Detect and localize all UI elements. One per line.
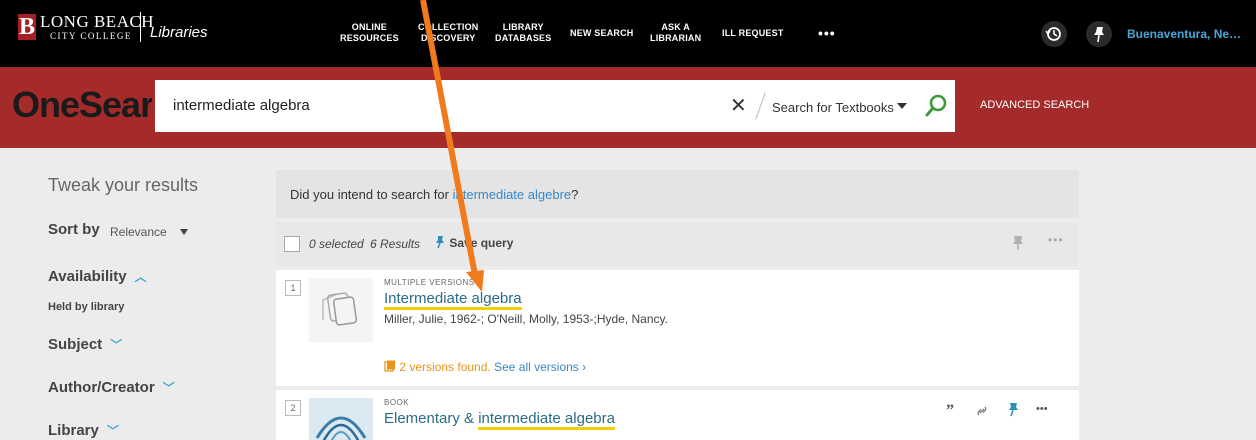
- result-number: 1: [285, 280, 301, 296]
- search-divider: [755, 92, 766, 120]
- chevron-up-icon: ︿: [134, 270, 147, 284]
- nav-ask-a-librarian[interactable]: ASK A LIBRARIAN: [650, 22, 701, 44]
- result-actions: ” •••: [946, 402, 1096, 423]
- facet-author-creator[interactable]: Author/Creator ﹀: [48, 379, 175, 396]
- results-count: 6 Results: [370, 237, 421, 251]
- result-card: 2 BOOK Elementary & intermediate algebra…: [276, 390, 1079, 440]
- more-actions-icon[interactable]: •••: [1036, 403, 1048, 415]
- search-button[interactable]: [923, 93, 949, 124]
- result-number: 2: [285, 400, 301, 416]
- result-authors: Miller, Julie, 1962-; O'Neill, Molly, 19…: [384, 312, 668, 326]
- my-favorites-button[interactable]: [1086, 21, 1112, 47]
- versions-count: 2 versions found.: [399, 360, 491, 374]
- save-query-button[interactable]: Save query: [432, 235, 513, 250]
- search-input[interactable]: intermediate algebra: [173, 97, 310, 114]
- citation-icon[interactable]: ”: [946, 402, 954, 419]
- nav-label-line2: DATABASES: [495, 33, 552, 43]
- nav-label-line1: ONLINE: [351, 22, 387, 32]
- did-you-mean-suggestion[interactable]: intermediate algebre: [453, 187, 572, 202]
- facet-availability[interactable]: Availability ︿: [48, 268, 147, 285]
- nav-label-line1: ASK A: [661, 22, 690, 32]
- nav-new-search[interactable]: NEW SEARCH: [570, 28, 634, 39]
- libraries-label[interactable]: Libraries: [150, 24, 208, 41]
- nav-label-line1: LIBRARY: [502, 22, 544, 32]
- more-actions-icon[interactable]: •••: [1048, 233, 1064, 247]
- facet-library[interactable]: Library ﹀: [48, 422, 119, 439]
- facets-heading: Tweak your results: [48, 175, 199, 195]
- nav-label-line2: RESOURCES: [340, 33, 399, 43]
- onesearch-logo[interactable]: OneSearch: [12, 84, 152, 126]
- save-query-label: Save query: [449, 236, 514, 250]
- nav-label-line2: DISCOVERY: [421, 33, 476, 43]
- search-history-button[interactable]: [1041, 21, 1067, 47]
- did-you-mean-banner: Did you intend to search for intermediat…: [276, 170, 1079, 218]
- facet-option-held-by-library[interactable]: Held by library: [48, 301, 124, 313]
- versions-icon: [384, 360, 395, 372]
- did-you-mean-text: Did you intend to search for intermediat…: [290, 187, 578, 202]
- advanced-search-link[interactable]: ADVANCED SEARCH: [980, 99, 1089, 111]
- search-box: intermediate algebra ✕ Search for Textbo…: [155, 80, 955, 132]
- chevron-down-icon[interactable]: [180, 229, 188, 235]
- result-title-text: Intermediate algebra: [384, 290, 522, 310]
- chevron-down-icon[interactable]: [897, 103, 907, 109]
- facet-subject[interactable]: Subject ﹀: [48, 336, 122, 353]
- nav-more-menu[interactable]: •••: [818, 25, 836, 41]
- nav-label-line1: COLLECTION: [418, 22, 479, 32]
- versions-link[interactable]: 2 versions found. See all versions ›: [384, 360, 586, 374]
- result-title-highlight: intermediate algebra: [478, 410, 615, 430]
- chevron-right-icon: ›: [582, 360, 587, 374]
- book-cover-image: [309, 398, 373, 440]
- nav-library-databases[interactable]: LIBRARY DATABASES: [495, 22, 551, 44]
- selected-count: 0 selected: [309, 237, 364, 251]
- select-all-checkbox[interactable]: [284, 236, 300, 252]
- pin-icon: [436, 236, 444, 249]
- facet-label: Library: [48, 422, 99, 439]
- nav-label-line1: NEW SEARCH: [570, 28, 634, 38]
- chevron-down-icon: ﹀: [162, 381, 175, 395]
- result-type: BOOK: [384, 398, 410, 407]
- see-all-versions-link[interactable]: See all versions: [494, 360, 579, 374]
- clear-search-icon[interactable]: ✕: [730, 93, 747, 118]
- multiple-versions-icon[interactable]: [309, 278, 373, 342]
- facet-label: Author/Creator: [48, 379, 155, 396]
- user-account-menu[interactable]: Buenaventura, Ne…: [1127, 27, 1241, 41]
- logo-divider: [140, 12, 141, 42]
- facet-label: Availability: [48, 268, 127, 285]
- pin-selected-button[interactable]: [1012, 235, 1024, 256]
- pin-icon[interactable]: [1009, 403, 1018, 417]
- sort-by-label: Sort by: [48, 221, 100, 238]
- chevron-down-icon: ﹀: [110, 338, 123, 352]
- pin-icon: [1013, 236, 1023, 250]
- result-action-icons: ” •••: [946, 402, 1048, 419]
- nav-label-line1: ILL REQUEST: [722, 28, 784, 38]
- result-title[interactable]: Elementary & intermediate algebra: [384, 410, 615, 430]
- nav-collection-discovery[interactable]: COLLECTION DISCOVERY: [418, 22, 479, 44]
- history-icon: [1045, 27, 1061, 41]
- nav-ill-request[interactable]: ILL REQUEST: [722, 28, 784, 39]
- did-you-mean-prefix: Did you intend to search for: [290, 187, 449, 202]
- result-card: 1 MULTIPLE VERSIONS Intermediate algebra…: [276, 270, 1079, 386]
- chevron-down-icon: ﹀: [106, 424, 119, 438]
- stacked-pages-icon: [322, 292, 358, 326]
- college-logo-subtitle: CITY COLLEGE: [50, 31, 132, 41]
- nav-label-line2: LIBRARIAN: [650, 33, 702, 43]
- did-you-mean-suffix: ?: [571, 187, 579, 202]
- facet-label: Subject: [48, 336, 103, 353]
- top-nav-bar: B LONG BEACH CITY COLLEGE Libraries ONLI…: [0, 0, 1256, 67]
- college-logo-name[interactable]: LONG BEACH: [40, 12, 154, 32]
- pin-icon: [1094, 27, 1104, 43]
- book-cover-thumbnail[interactable]: [309, 398, 373, 440]
- search-scope-select[interactable]: Search for Textbooks: [772, 100, 894, 115]
- result-type: MULTIPLE VERSIONS: [384, 278, 475, 287]
- nav-online-resources[interactable]: ONLINE RESOURCES: [340, 22, 399, 44]
- result-title-prefix: Elementary &: [384, 410, 479, 427]
- search-icon: [925, 94, 947, 117]
- result-title[interactable]: Intermediate algebra: [384, 290, 522, 310]
- college-logo-mark[interactable]: B: [18, 14, 36, 40]
- results-toolbar: 0 selected 6 Results Save query •••: [276, 222, 1079, 266]
- permalink-icon[interactable]: [977, 406, 987, 416]
- sort-by-select[interactable]: Relevance: [110, 225, 167, 239]
